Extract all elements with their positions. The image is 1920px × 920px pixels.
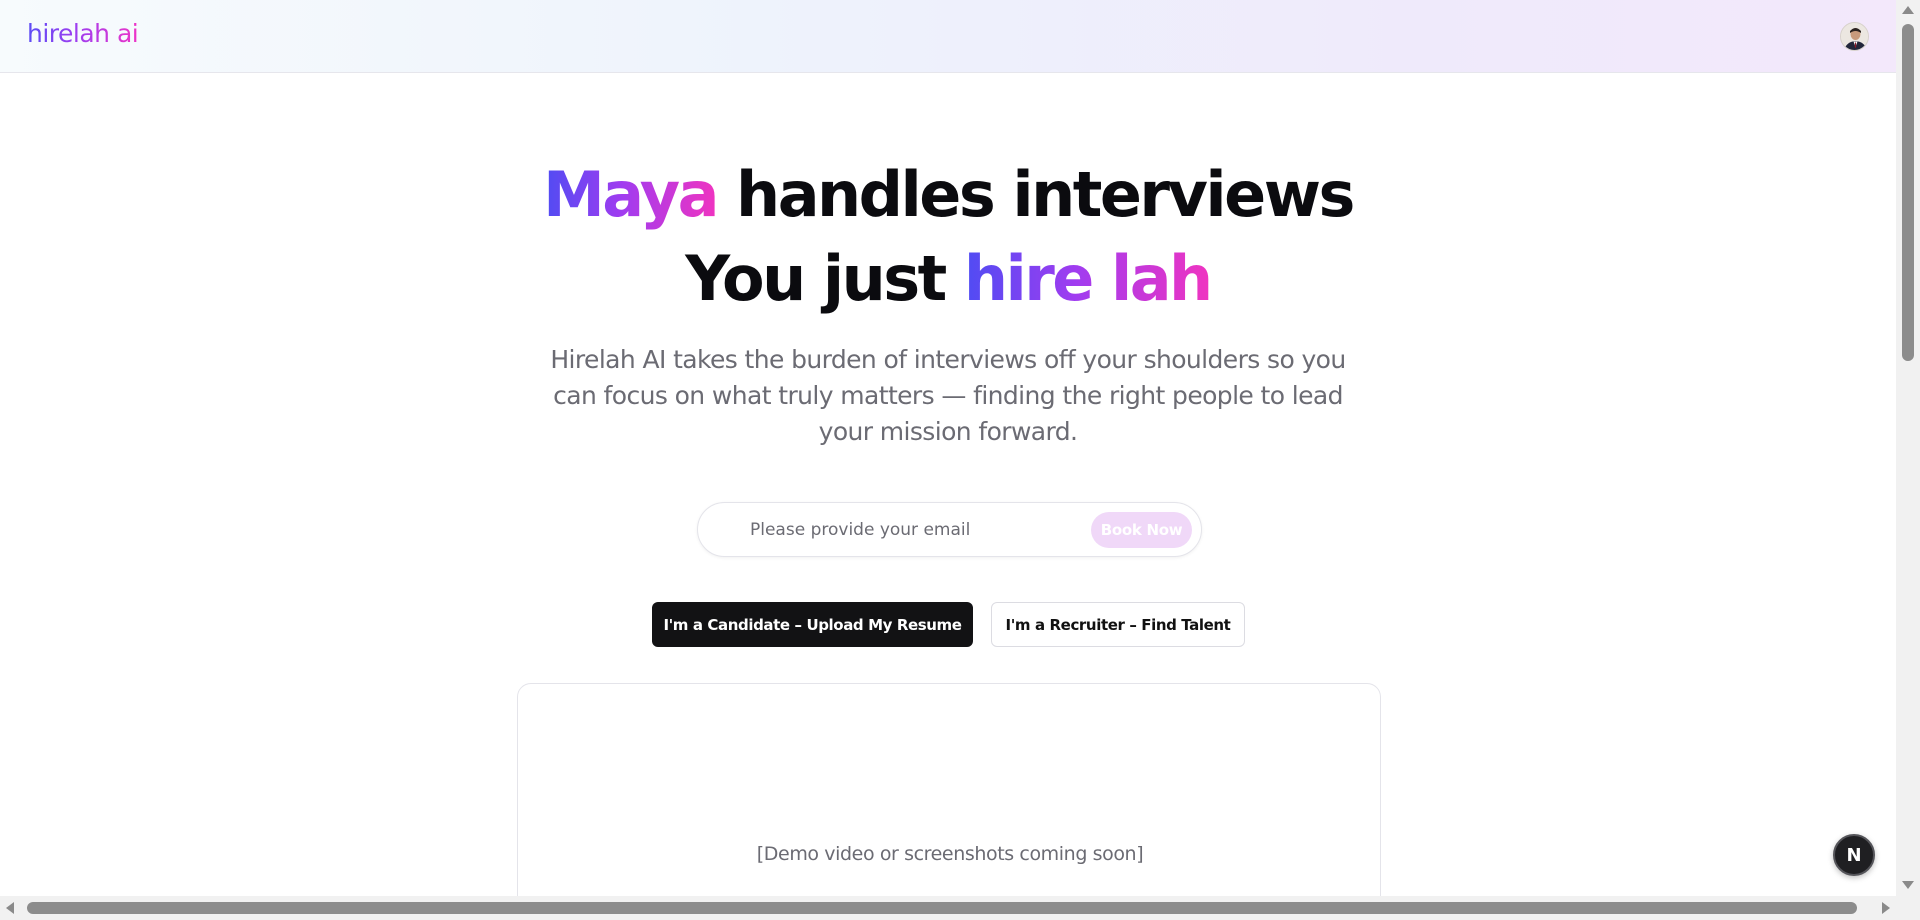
scroll-down-arrow-icon[interactable] (1902, 881, 1914, 889)
demo-media-card: [Demo video or screenshots coming soon] (517, 683, 1381, 896)
recruiter-find-talent-button[interactable]: I'm a Recruiter – Find Talent (991, 602, 1245, 647)
horizontal-scroll-thumb[interactable] (27, 902, 1857, 914)
demo-placeholder-text: [Demo video or screenshots coming soon] (756, 843, 1144, 865)
scrollbar-corner (1896, 896, 1920, 920)
hero-line1-text: handles interviews (716, 158, 1355, 231)
hero-highlight-maya: Maya (543, 158, 719, 231)
candidate-upload-resume-button[interactable]: I'm a Candidate – Upload My Resume (652, 602, 973, 647)
brand-logo[interactable]: hirelah ai (27, 19, 139, 48)
vertical-scrollbar[interactable] (1896, 0, 1920, 896)
book-now-button[interactable]: Book Now (1091, 512, 1192, 548)
email-field[interactable] (750, 517, 1070, 543)
avatar-portrait (1841, 23, 1868, 50)
scroll-up-arrow-icon[interactable] (1902, 6, 1914, 14)
top-header: hirelah ai (0, 0, 1896, 73)
horizontal-scrollbar[interactable] (0, 896, 1896, 920)
user-avatar-icon[interactable] (1840, 22, 1869, 51)
hero-headline: Maya handles interviews You just hire la… (0, 153, 1896, 321)
email-signup-form: Book Now (697, 502, 1202, 557)
hero-subtitle: Hirelah AI takes the burden of interview… (550, 345, 1346, 446)
vertical-scroll-thumb[interactable] (1902, 24, 1914, 361)
page-viewport: hirelah ai Maya handles interviews You j… (0, 0, 1896, 896)
scroll-left-arrow-icon[interactable] (6, 902, 14, 914)
next-logo-icon[interactable]: N (1833, 834, 1875, 876)
hero-line2-text: You just (685, 242, 964, 315)
scroll-right-arrow-icon[interactable] (1882, 902, 1890, 914)
hero-highlight-hire-lah: hire lah (963, 242, 1213, 315)
fab-label: N (1846, 844, 1862, 866)
